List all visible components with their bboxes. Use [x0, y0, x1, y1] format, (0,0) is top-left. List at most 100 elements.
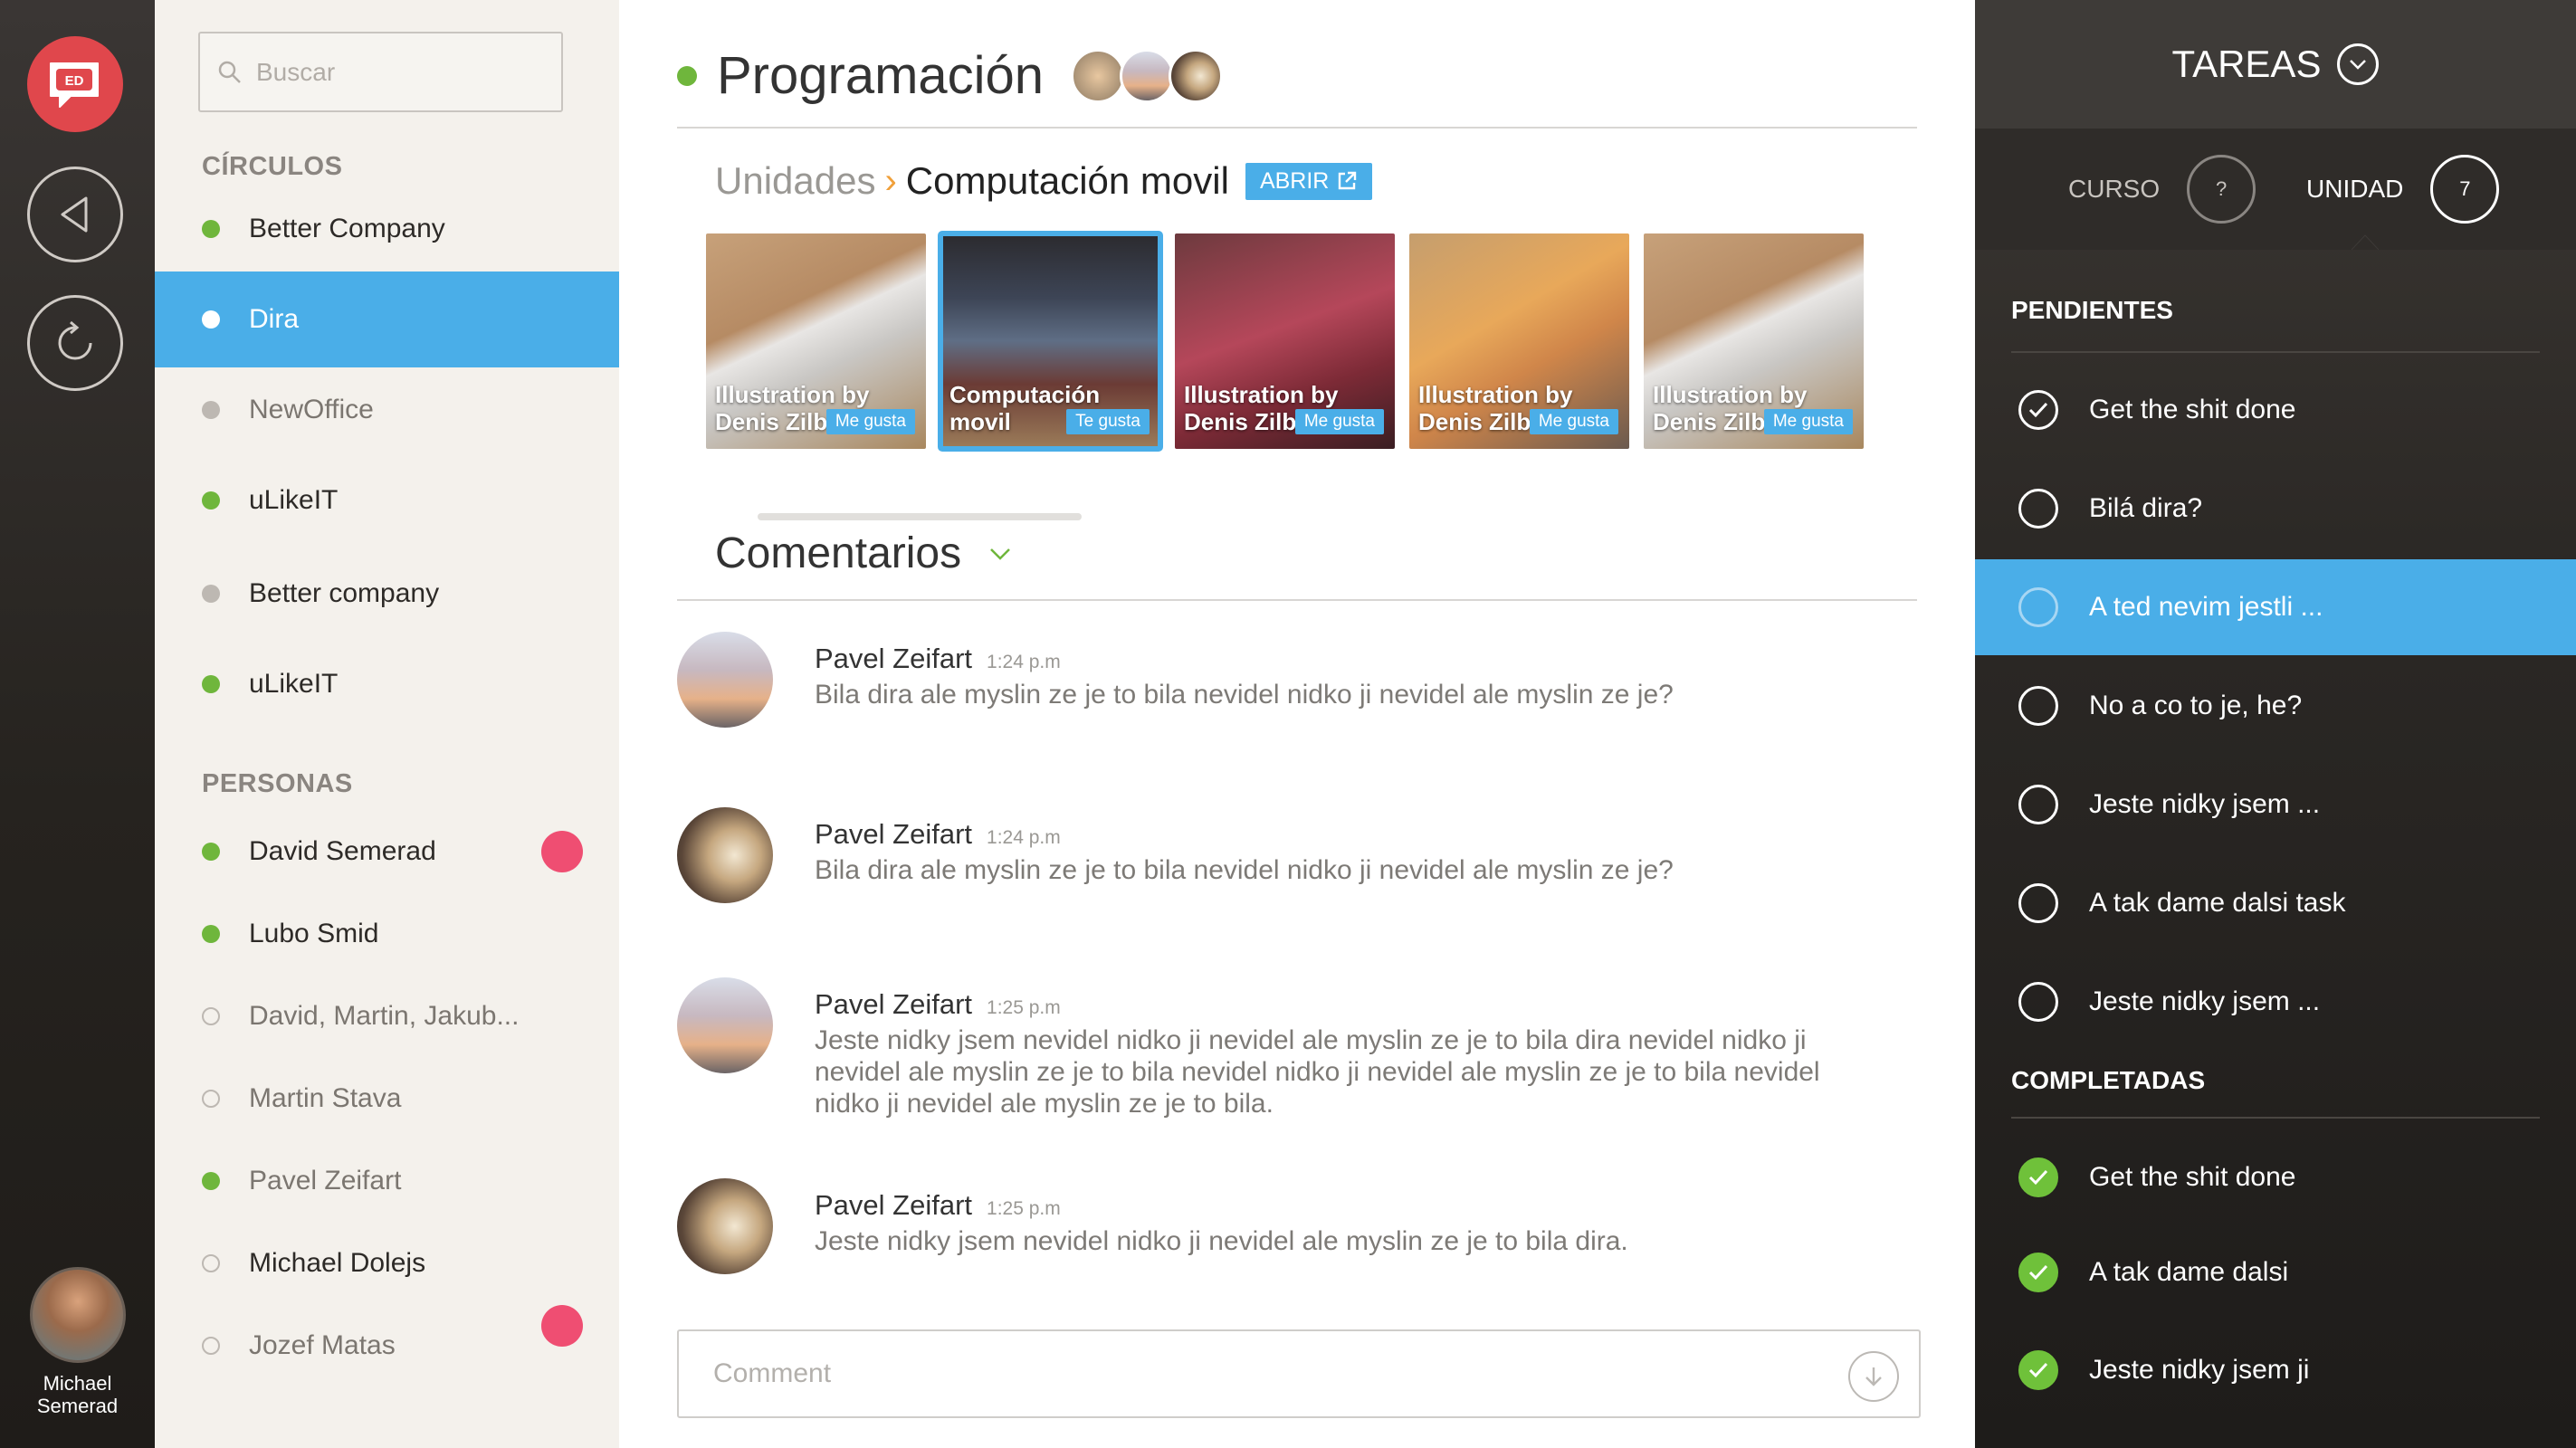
like-button[interactable]: Me gusta [1294, 409, 1384, 434]
people-heading: PERSONAS [202, 769, 353, 798]
tasks-header[interactable]: TAREAS [1975, 0, 2576, 129]
task-item[interactable]: Jeste nidky jsem ... [1975, 954, 2576, 1050]
comment-author[interactable]: Pavel Zeifart [815, 643, 972, 674]
online-dot [202, 843, 220, 861]
like-button[interactable]: Me gusta [1763, 409, 1853, 434]
avatar[interactable] [677, 1178, 773, 1274]
unit-card-selected[interactable]: Computación movil Te gusta [938, 231, 1163, 452]
task-checkbox[interactable] [2018, 1253, 2058, 1292]
task-label: Jeste nidky jsem ji [2089, 1355, 2310, 1385]
task-label: A tak dame dalsi [2089, 1257, 2289, 1287]
comment-body: Pavel Zeifart 1:25 p.m Jeste nidky jsem n… [815, 1189, 1846, 1257]
offline-dot [202, 1337, 220, 1355]
user-avatar [29, 1267, 126, 1363]
task-checkbox[interactable] [2018, 785, 2058, 824]
search-input[interactable]: Buscar [256, 58, 335, 87]
circle-item[interactable]: uLikeIT [155, 636, 619, 732]
unit-card[interactable]: Illustration by Denis Zilber Me gusta [706, 233, 926, 449]
task-label: Get the shit done [2089, 395, 2296, 424]
comment-author[interactable]: Pavel Zeifart [815, 818, 972, 850]
comment-input[interactable]: Comment [677, 1329, 1921, 1418]
person-label: Pavel Zeifart [249, 1166, 402, 1196]
refresh-button[interactable] [27, 295, 123, 391]
open-button[interactable]: ABRIR [1245, 162, 1373, 200]
task-checkbox[interactable] [2018, 489, 2058, 529]
task-item-selected[interactable]: A ted nevim jestli ... [1975, 559, 2576, 655]
person-label: Martin Stava [249, 1083, 402, 1113]
check-icon [2028, 1362, 2048, 1378]
task-item[interactable]: A tak dame dalsi task [1975, 855, 2576, 951]
circle-item[interactable]: Better Company [155, 181, 619, 277]
like-button[interactable]: Me gusta [1529, 409, 1618, 434]
unit-card[interactable]: Illustration by Denis Zilber Me gusta [1175, 233, 1395, 449]
app-logo[interactable]: ED [27, 36, 123, 132]
comment-time: 1:24 p.m [987, 652, 1061, 672]
tasks-tabs: CURSO ? UNIDAD 7 [1975, 129, 2576, 250]
task-item[interactable]: Jeste nidky jsem ... [1975, 757, 2576, 853]
divider [677, 127, 1917, 129]
task-checkbox[interactable] [2018, 686, 2058, 726]
refresh-icon [58, 320, 92, 360]
avatar[interactable] [1120, 48, 1175, 103]
avatar[interactable] [677, 632, 773, 728]
person-label: Lubo Smid [249, 919, 379, 948]
circle-label: uLikeIT [249, 485, 339, 515]
avatar[interactable] [677, 977, 773, 1073]
avatar[interactable] [1071, 48, 1126, 103]
comment-author[interactable]: Pavel Zeifart [815, 988, 972, 1020]
task-checkbox[interactable] [2018, 1157, 2058, 1197]
offline-dot [202, 1254, 220, 1272]
task-label: A tak dame dalsi task [2089, 888, 2346, 918]
task-checkbox[interactable] [2018, 390, 2058, 430]
tab-unit[interactable]: UNIDAD 7 [2306, 129, 2500, 250]
online-dot [677, 65, 697, 86]
circle-item[interactable]: uLikeIT [155, 452, 619, 548]
circle-item[interactable]: Better company [155, 546, 619, 642]
like-button[interactable]: Te gusta [1066, 409, 1150, 434]
unit-carousel[interactable]: Illustration by Denis Zilber Me gusta Comp… [706, 231, 1864, 452]
breadcrumb: Unidades › Computación movil ABRIR [715, 159, 1373, 203]
breadcrumb-parent[interactable]: Unidades [715, 159, 875, 203]
avatar[interactable] [677, 807, 773, 903]
search-box[interactable]: Buscar [198, 32, 563, 112]
back-button[interactable] [27, 167, 123, 262]
avatar[interactable] [1169, 48, 1224, 103]
task-checkbox[interactable] [2018, 1350, 2058, 1390]
pending-heading: PENDIENTES [2011, 296, 2173, 324]
tasks-title: TAREAS [2171, 43, 2322, 85]
unit-caption-line: Illustration by [715, 381, 870, 408]
completed-task[interactable]: Jeste nidky jsem ji [1975, 1322, 2576, 1418]
task-item[interactable]: Get the shit done [1975, 362, 2576, 458]
circle-item-selected[interactable]: Dira [155, 272, 619, 367]
circles-heading: CÍRCULOS [202, 152, 343, 181]
task-checkbox[interactable] [2018, 982, 2058, 1022]
away-dot [202, 585, 220, 603]
task-checkbox[interactable] [2018, 883, 2058, 923]
comment-body: Pavel Zeifart 1:24 p.m Bila dira ale mysl… [815, 643, 1846, 710]
offline-dot [202, 1090, 220, 1108]
unit-card[interactable]: Illustration by Denis Zilber Me gusta [1644, 233, 1864, 449]
task-checkbox[interactable] [2018, 587, 2058, 627]
arrow-down-icon [1865, 1367, 1882, 1386]
comments-header[interactable]: Comentarios [715, 529, 1012, 578]
task-item[interactable]: Bilá dira? [1975, 461, 2576, 557]
task-label: Get the shit done [2089, 1162, 2296, 1192]
carousel-scrollbar[interactable] [758, 513, 1082, 520]
chevron-down-icon[interactable] [2337, 43, 2380, 85]
comment-author[interactable]: Pavel Zeifart [815, 1189, 972, 1221]
tab-course[interactable]: CURSO ? [2068, 129, 2256, 250]
unit-caption-line: Illustration by [1418, 381, 1573, 408]
comment-text: Jeste nidky jsem nevidel nidko ji nevide… [815, 1226, 1628, 1256]
member-avatars[interactable] [1071, 48, 1224, 103]
send-button[interactable] [1848, 1351, 1899, 1402]
divider [677, 599, 1917, 601]
task-item[interactable]: No a co to je, he? [1975, 658, 2576, 754]
current-user[interactable]: Michael Semerad [0, 1267, 155, 1417]
person-item[interactable]: Jozef Matas [155, 1298, 619, 1394]
unit-card[interactable]: Illustration by Denis Zilber Me gusta [1409, 233, 1629, 449]
completed-task[interactable]: Get the shit done [1975, 1129, 2576, 1225]
completed-task[interactable]: A tak dame dalsi [1975, 1224, 2576, 1320]
like-button[interactable]: Me gusta [825, 409, 915, 434]
circle-item[interactable]: NewOffice [155, 362, 619, 458]
breadcrumb-separator: › [884, 160, 897, 201]
